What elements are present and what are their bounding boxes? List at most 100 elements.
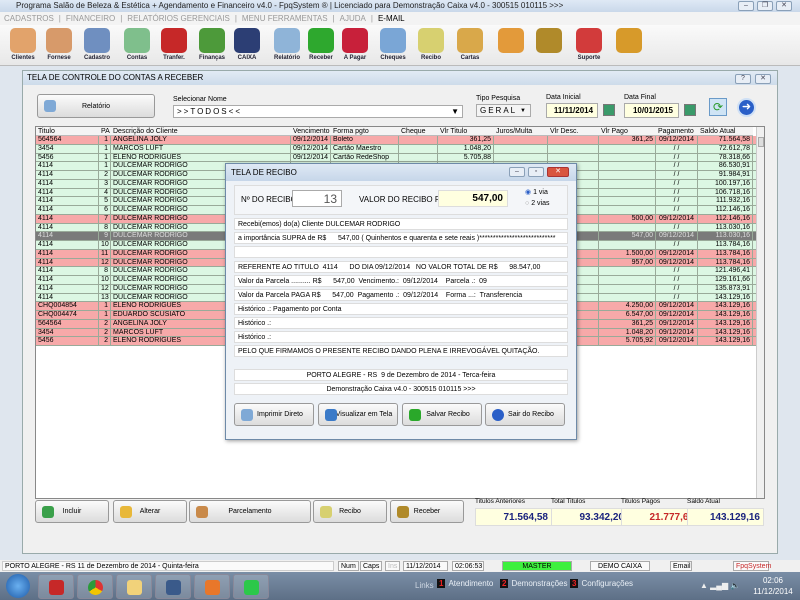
type-select-value: GERAL xyxy=(480,106,518,115)
toolbar-button-label: Contas xyxy=(126,55,148,61)
maximize-button[interactable]: ❐ xyxy=(757,1,773,11)
toolbar-button-coin-icon[interactable] xyxy=(530,27,568,64)
type-select[interactable]: GERAL ▼ xyxy=(476,104,531,117)
table-cell: 500,00 xyxy=(599,214,656,224)
column-header[interactable]: Titulo xyxy=(36,127,99,136)
menu-relat-rios-gerenciais[interactable]: RELATÓRIOS GERENCIAIS xyxy=(127,14,230,23)
toolbar-button-calculator-icon[interactable] xyxy=(492,27,530,64)
table-cell: / / xyxy=(656,153,698,163)
receipt-icon xyxy=(320,505,332,518)
toolbar-button-suporte[interactable]: Suporte xyxy=(570,27,608,64)
column-header[interactable]: Pagamento xyxy=(656,127,698,136)
column-header[interactable]: Juros/Multa xyxy=(494,127,548,136)
start-date-input[interactable]: 11/11/2014 xyxy=(546,103,598,118)
toolbar-button-a-pagar[interactable]: A Pagar xyxy=(336,27,374,64)
dialog-close-button[interactable]: ✕ xyxy=(547,167,569,177)
table-cell: / / xyxy=(656,276,698,285)
taskbar-app[interactable] xyxy=(155,574,191,599)
table-row[interactable]: 564564 1 ANGELINA JOLY 09/12/2014 Boleto 361,… xyxy=(36,136,756,145)
table-cell: 5 xyxy=(99,197,111,206)
toolbar-button-tranfer-[interactable]: Tranfer. xyxy=(155,27,193,64)
taskbar-link-1[interactable]: 1 Atendimento xyxy=(437,579,493,588)
menu-e-mail[interactable]: E-MAIL xyxy=(378,14,405,23)
taskbar-explorer[interactable] xyxy=(116,574,152,599)
taskbar-chrome[interactable] xyxy=(77,574,113,599)
table-row[interactable]: 5456 1 ELENO RODRIGUES 09/12/2014 Cartão Red… xyxy=(36,153,756,163)
receipt-number-input[interactable]: 13 xyxy=(292,190,342,207)
column-header[interactable]: Forma pgto xyxy=(331,127,399,136)
action-parcelamento-button[interactable]: Parcelamento xyxy=(189,500,311,523)
action-alterar-button[interactable]: Alterar xyxy=(113,500,187,523)
close-form-button[interactable]: ✕ xyxy=(755,74,771,84)
table-cell: 12 xyxy=(99,284,111,294)
receipt-line: Histórico .: xyxy=(234,331,568,343)
column-header[interactable]: Descrição do Cliente xyxy=(111,127,291,136)
letter-icon xyxy=(457,28,483,53)
table-cell: 4114 xyxy=(36,171,99,180)
toolbar-button-cheques[interactable]: Cheques xyxy=(374,27,412,64)
toolbar-button-fornese[interactable]: Fornese xyxy=(40,27,78,64)
column-header[interactable]: Vlr Pago xyxy=(599,127,656,136)
calendar-icon[interactable] xyxy=(684,104,696,116)
start-button[interactable] xyxy=(6,574,30,598)
column-header[interactable]: Cheque xyxy=(399,127,438,136)
taskbar-link-3[interactable]: 3 Configurações xyxy=(570,579,633,588)
dialog-minimize-button[interactable]: – xyxy=(509,167,525,177)
toolbar-button-caixa[interactable]: CAIXA xyxy=(228,27,266,64)
toolbar-button-cartas[interactable]: Cartas xyxy=(451,27,489,64)
go-arrow-icon[interactable]: ➜ xyxy=(737,98,756,117)
toolbar-button-relat-rio[interactable]: Relatório xyxy=(268,27,306,64)
end-date-input[interactable]: 10/01/2015 xyxy=(624,103,679,118)
toolbar-button-recibo[interactable]: Recibo xyxy=(412,27,450,64)
menu-financeiro[interactable]: FINANCEIRO xyxy=(66,14,115,23)
name-select[interactable]: >>TODOS<< ▼ xyxy=(173,105,463,118)
receipt-license-line: Demonstração Caixa v4.0 - 300515 010115 … xyxy=(234,383,568,395)
receipt-salvar-recibobutton[interactable]: Salvar Recibo xyxy=(402,403,482,426)
table-cell: 113.784,16 xyxy=(698,249,753,259)
receipt-imprimir-diretobutton[interactable]: Imprimir Direto xyxy=(234,403,314,426)
column-header[interactable]: Vlr Desc. xyxy=(548,127,599,136)
dialog-maximize-button[interactable]: ▫ xyxy=(528,167,544,177)
report-button[interactable]: Relatório xyxy=(37,94,155,118)
column-header[interactable]: Saldo Atual xyxy=(698,127,753,136)
action-recibo-button[interactable]: Recibo xyxy=(313,500,387,523)
column-header[interactable]: PA xyxy=(99,127,111,136)
receipt-value-input[interactable]: 547,00 xyxy=(438,190,508,207)
toolbar-button-label: A Pagar xyxy=(343,55,367,61)
help-button[interactable]: ? xyxy=(735,74,751,84)
toolbar-button-clientes[interactable]: Clientes xyxy=(4,27,42,64)
action-incluir-button[interactable]: Incluir xyxy=(35,500,109,523)
menu-ajuda[interactable]: AJUDA xyxy=(340,14,366,23)
action-receber-button[interactable]: Receber xyxy=(390,500,464,523)
close-button[interactable]: ✕ xyxy=(776,1,792,11)
radio-1-via[interactable]: ◉ 1 via xyxy=(525,188,548,196)
receipt-visualizar-em-telabutton[interactable]: Visualizar em Tela xyxy=(318,403,398,426)
start-date-label: Data Inicial xyxy=(546,94,581,101)
refresh-icon[interactable]: ⟳ xyxy=(709,98,727,116)
taskbar-viewer[interactable] xyxy=(194,574,230,599)
toolbar-button-cadastro[interactable]: Cadastro xyxy=(78,27,116,64)
taskbar-link-2[interactable]: 2 Demonstrações xyxy=(500,579,567,588)
taskbar-fpq[interactable] xyxy=(233,574,269,599)
printer-icon xyxy=(241,408,253,421)
toolbar-button-exit-icon[interactable] xyxy=(610,27,648,64)
menu-cadastros[interactable]: CADASTROS xyxy=(4,14,54,23)
toolbar-button-finan-as[interactable]: Finanças xyxy=(193,27,231,64)
column-header[interactable]: Vlr Titulo xyxy=(438,127,494,136)
table-row[interactable]: 3454 1 MARCOS LUFT 09/12/2014 Cartão Maestro… xyxy=(36,144,756,154)
toolbar-button-receber[interactable]: Receber xyxy=(302,27,340,64)
status-email[interactable]: Email xyxy=(670,561,692,571)
receipt-sair-do-recibobutton[interactable]: Sair do Recibo xyxy=(485,403,565,426)
column-header[interactable]: Vencimento xyxy=(291,127,331,136)
menu-menu-ferramentas[interactable]: MENU FERRAMENTAS xyxy=(242,14,328,23)
calendar-icon[interactable] xyxy=(603,104,615,116)
table-cell: 09/12/2014 xyxy=(656,302,698,311)
toolbar-button-contas[interactable]: Contas xyxy=(118,27,156,64)
table-scrollbar[interactable] xyxy=(756,127,764,498)
total-label: Total Titulos xyxy=(551,498,586,505)
taskbar-filezilla[interactable] xyxy=(38,574,74,599)
minimize-button[interactable]: – xyxy=(738,1,754,11)
folder-icon xyxy=(127,580,142,595)
radio-2-vias[interactable]: ○ 2 vias xyxy=(525,200,549,207)
tray-icons[interactable]: ▲ ▂▄▆ 🔈 xyxy=(700,581,740,590)
